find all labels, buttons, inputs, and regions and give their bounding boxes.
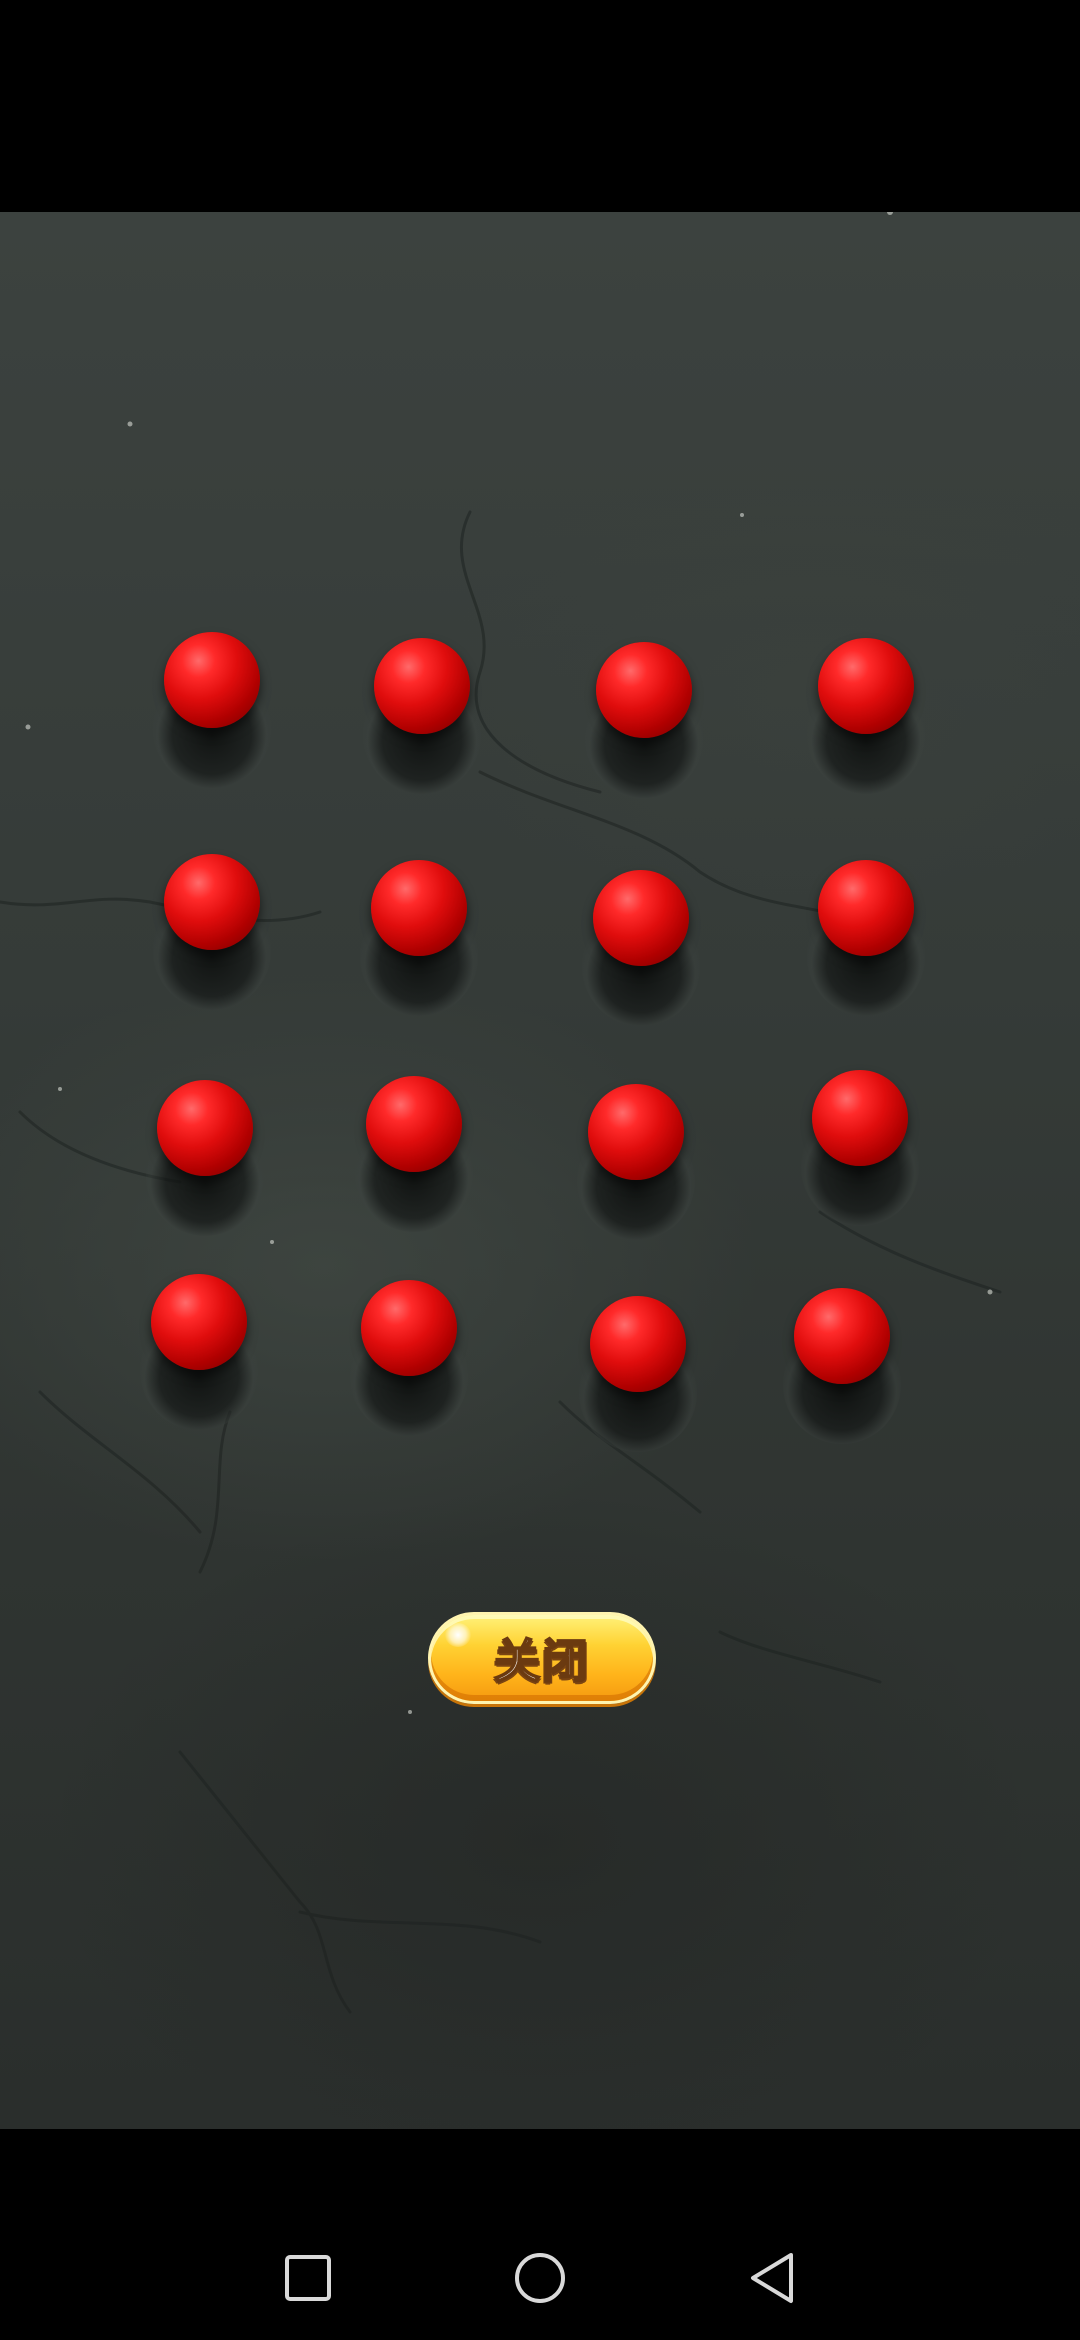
red-ball[interactable] <box>151 1274 247 1370</box>
red-ball[interactable] <box>164 632 260 728</box>
clay-board <box>0 212 1080 2129</box>
red-ball[interactable] <box>593 870 689 966</box>
close-button[interactable]: 关闭 <box>428 1612 656 1704</box>
system-navigation-bar <box>0 2129 1080 2340</box>
circle-icon <box>515 2253 565 2303</box>
red-ball[interactable] <box>157 1080 253 1176</box>
red-ball[interactable] <box>366 1076 462 1172</box>
red-ball[interactable] <box>794 1288 890 1384</box>
red-ball[interactable] <box>818 860 914 956</box>
red-ball[interactable] <box>596 642 692 738</box>
red-ball[interactable] <box>371 860 467 956</box>
red-ball[interactable] <box>374 638 470 734</box>
square-icon <box>285 2255 331 2301</box>
recents-button[interactable] <box>278 2248 338 2308</box>
red-ball[interactable] <box>590 1296 686 1392</box>
red-ball[interactable] <box>818 638 914 734</box>
home-button[interactable] <box>510 2248 570 2308</box>
button-shine <box>445 1623 471 1647</box>
triangle-back-icon <box>751 2253 793 2303</box>
red-ball[interactable] <box>812 1070 908 1166</box>
red-ball[interactable] <box>588 1084 684 1180</box>
back-button[interactable] <box>742 2248 802 2308</box>
game-screen: 关闭 <box>0 0 1080 2340</box>
red-ball[interactable] <box>164 854 260 950</box>
top-black-bar <box>0 0 1080 212</box>
close-button-label: 关闭 <box>493 1633 590 1689</box>
red-ball[interactable] <box>361 1280 457 1376</box>
ball-grid <box>0 212 1080 2129</box>
